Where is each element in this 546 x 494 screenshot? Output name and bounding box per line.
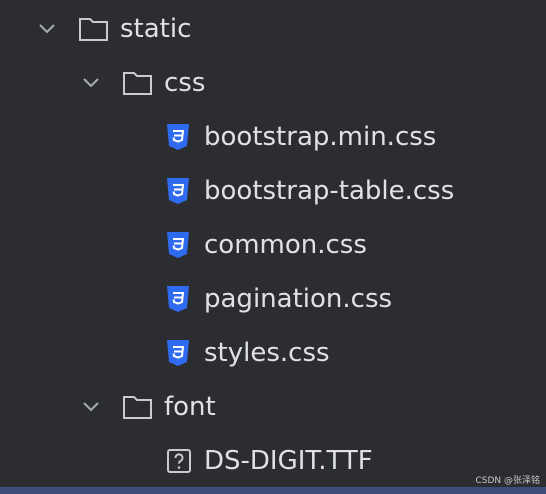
css-file-icon <box>167 232 189 258</box>
chevron-down-icon[interactable] <box>80 396 102 418</box>
tree-node-font[interactable]: font <box>80 380 216 434</box>
tree-node-label: css <box>164 68 206 98</box>
css-file-icon <box>167 286 189 312</box>
tree-node-css[interactable]: css <box>80 56 205 110</box>
tree-file-common-css[interactable]: common.css <box>166 218 367 272</box>
chevron-down-icon[interactable] <box>36 18 58 40</box>
watermark: CSDN @张泽铭 <box>475 476 540 486</box>
file-name: styles.css <box>204 338 330 368</box>
folder-icon <box>123 396 152 419</box>
css-file-icon <box>167 124 189 150</box>
selection-bar <box>0 487 546 494</box>
css-file-icon <box>167 178 189 204</box>
chevron-down-icon[interactable] <box>80 72 102 94</box>
project-tree: static css bootstrap.min.css bootstrap-t… <box>0 0 546 494</box>
file-name: bootstrap.min.css <box>204 122 437 152</box>
tree-file-ds-digit-ttf[interactable]: DS-DIGIT.TTF <box>166 434 373 488</box>
file-name: DS-DIGIT.TTF <box>204 446 373 476</box>
tree-node-label: font <box>164 392 216 422</box>
tree-file-pagination-css[interactable]: pagination.css <box>166 272 392 326</box>
tree-node-label: static <box>120 14 192 44</box>
tree-file-bootstrap-table-css[interactable]: bootstrap-table.css <box>166 164 454 218</box>
file-name: bootstrap-table.css <box>204 176 455 206</box>
tree-node-static[interactable]: static <box>36 2 191 56</box>
folder-icon <box>79 18 108 41</box>
tree-file-styles-css[interactable]: styles.css <box>166 326 330 380</box>
file-name: pagination.css <box>204 284 393 314</box>
unknown-file-icon <box>167 449 191 473</box>
folder-icon <box>123 72 152 95</box>
tree-file-bootstrap-min-css[interactable]: bootstrap.min.css <box>166 110 436 164</box>
css-file-icon <box>167 340 189 366</box>
file-name: common.css <box>204 230 367 260</box>
